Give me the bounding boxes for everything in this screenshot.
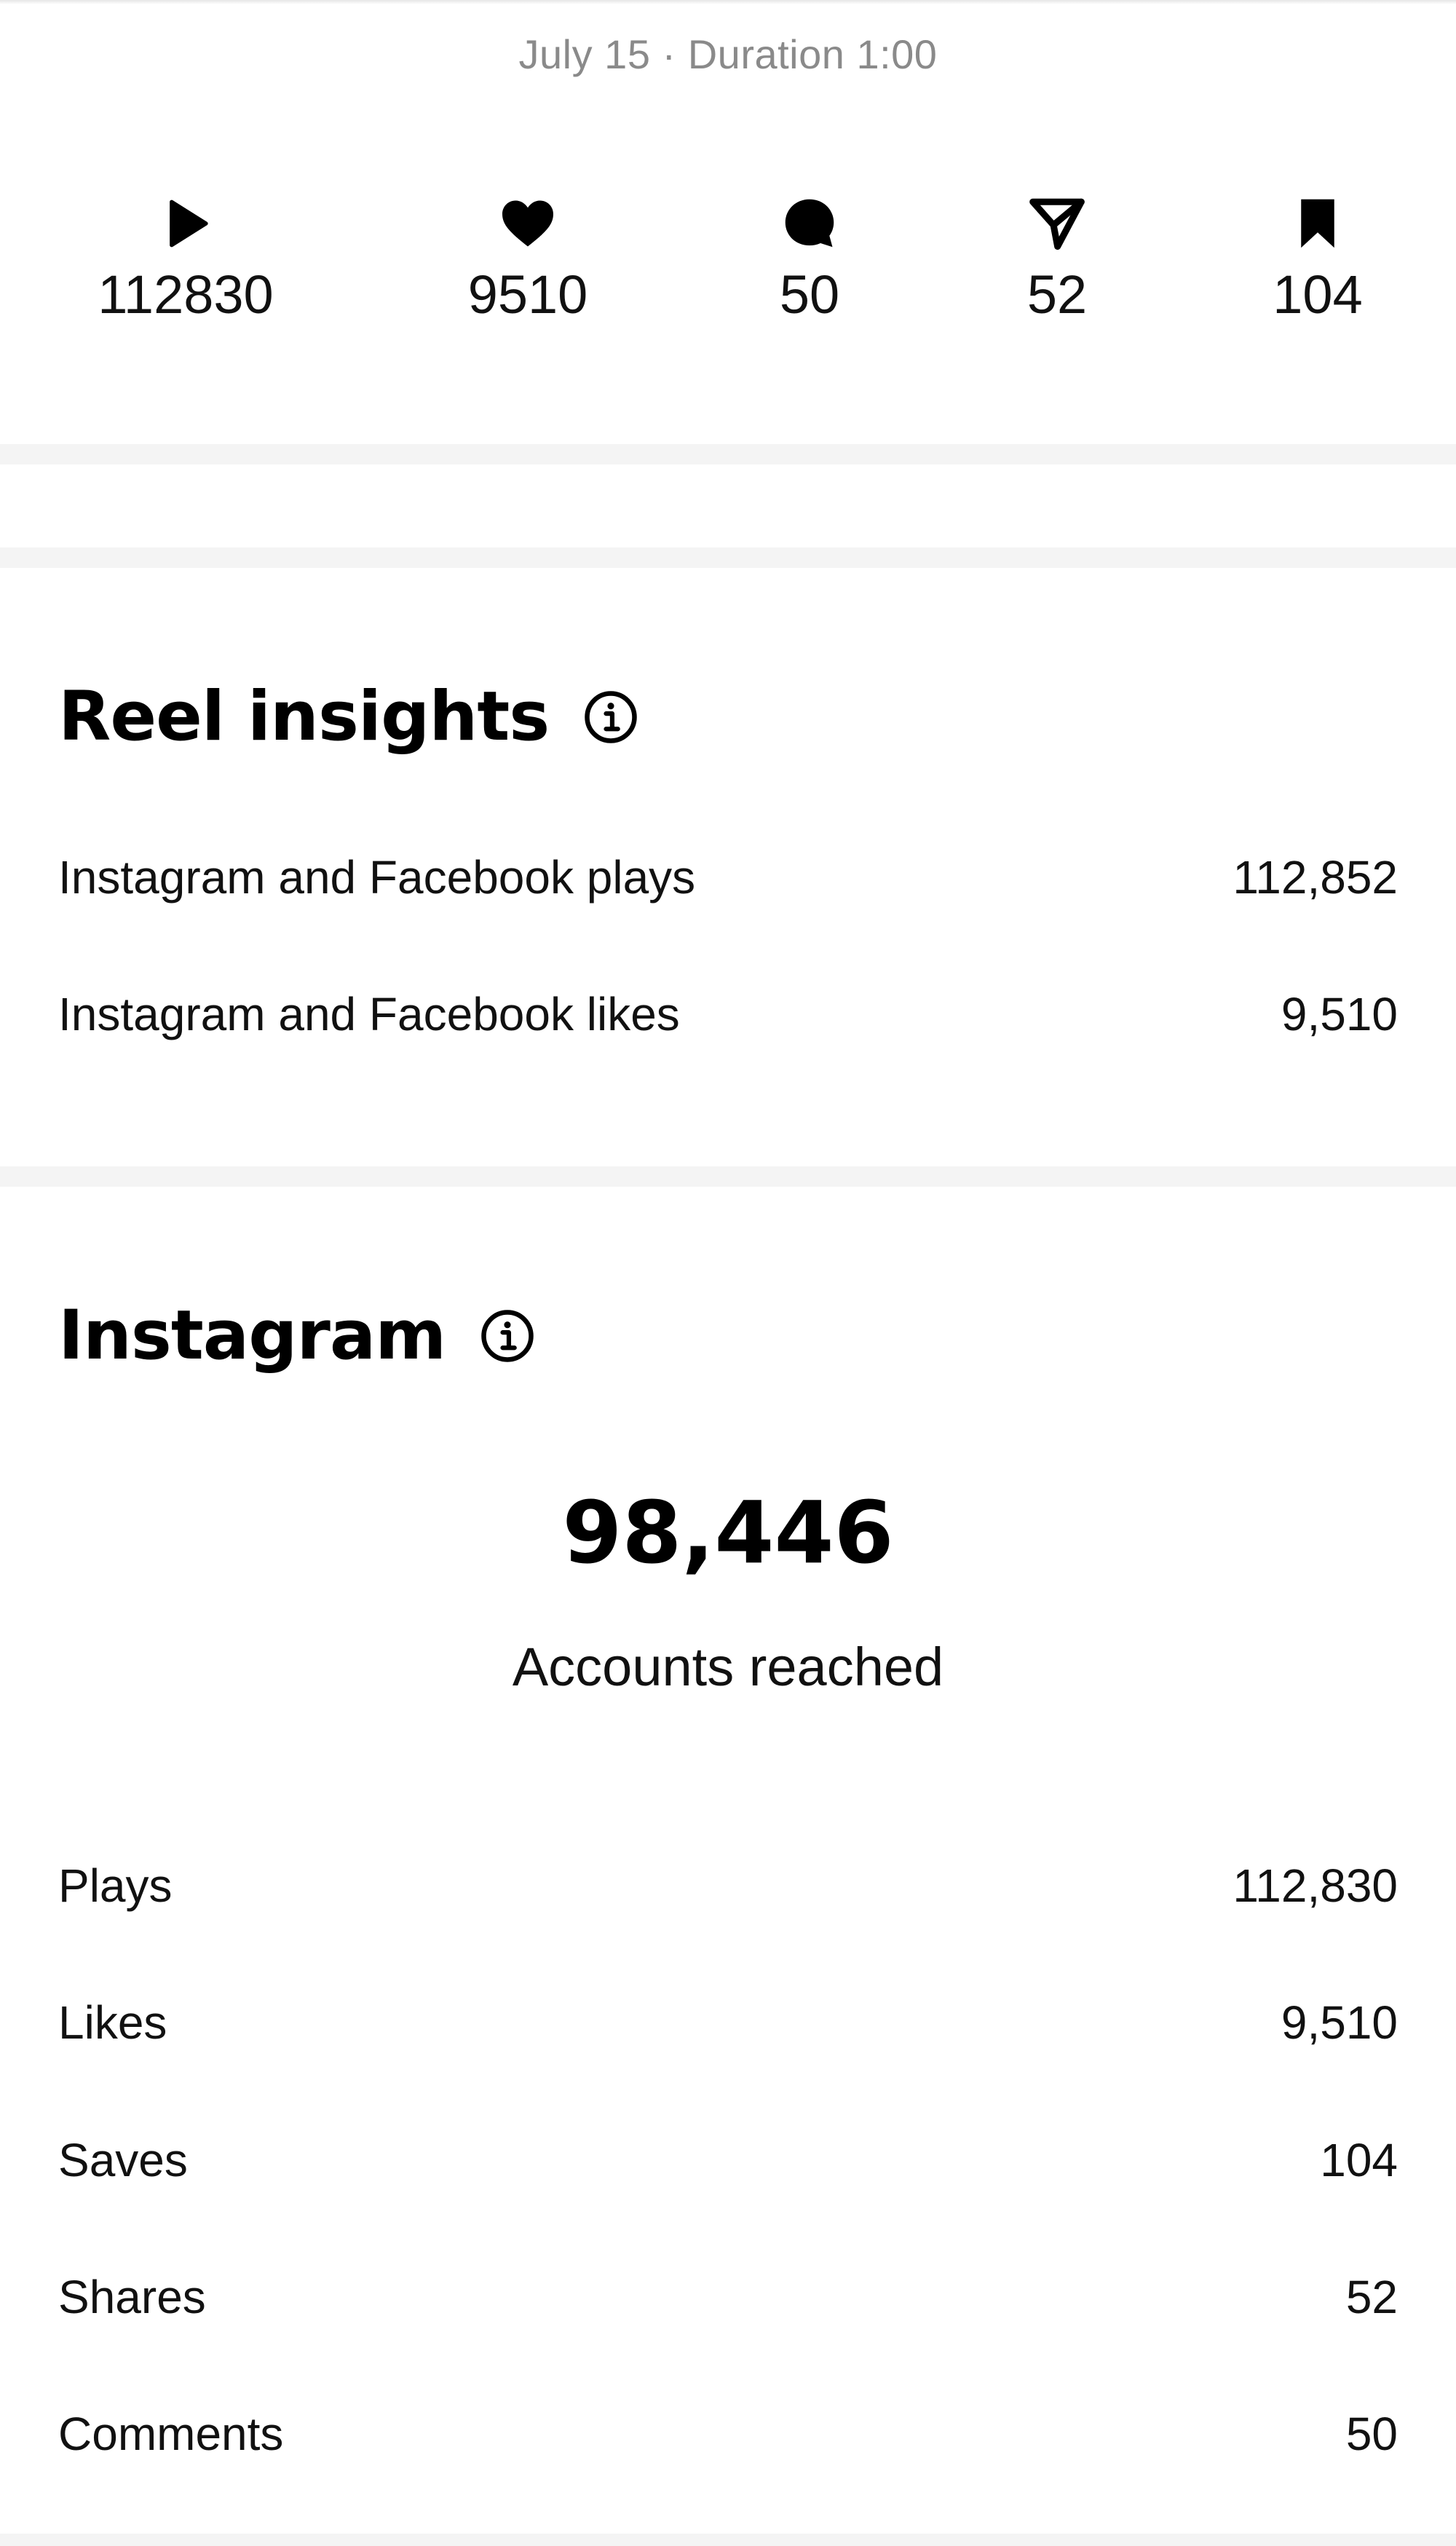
info-icon[interactable] <box>582 689 639 746</box>
play-icon <box>170 199 208 248</box>
list-item: Instagram and Facebook plays 112,852 <box>58 841 1398 914</box>
metric-label: Instagram and Facebook likes <box>58 988 680 1040</box>
metric-value: 112,830 <box>1233 1859 1398 1912</box>
list-item: Instagram and Facebook likes 9,510 <box>58 978 1398 1051</box>
metric-label: Shares <box>58 2271 206 2323</box>
bookmark-icon <box>1301 199 1334 248</box>
section-divider <box>0 2534 1456 2546</box>
list-item: Comments 50 <box>58 2397 1398 2470</box>
list-item: Likes 9,510 <box>58 1986 1398 2059</box>
reel-insights-title: Reel insights <box>58 677 639 757</box>
list-item: Shares 52 <box>58 2261 1398 2333</box>
metric-value: 9,510 <box>1281 988 1398 1040</box>
section-divider <box>0 444 1456 464</box>
metric-value: 50 <box>1345 2408 1398 2460</box>
metric-value: 52 <box>1345 2271 1398 2323</box>
section-divider <box>0 1166 1456 1187</box>
metric-label: Comments <box>58 2408 284 2460</box>
stat-plays-value: 112830 <box>98 264 274 325</box>
metric-label: Likes <box>58 1996 167 2049</box>
stat-saves-value: 104 <box>1273 264 1363 325</box>
stat-saves: 104 <box>1187 193 1449 353</box>
share-icon <box>1029 198 1085 250</box>
reel-stats-row: 112830 9510 50 52 104 <box>0 193 1456 353</box>
metric-label: Plays <box>58 1859 173 1912</box>
stat-comments-value: 50 <box>779 264 840 325</box>
list-item: Saves 104 <box>58 2124 1398 2197</box>
comment-icon <box>785 199 834 248</box>
reel-date-duration: July 15 · Duration 1:00 <box>518 31 938 77</box>
metric-label: Instagram and Facebook plays <box>58 851 696 904</box>
info-icon[interactable] <box>479 1308 536 1364</box>
accounts-reached-label: Accounts reached <box>512 1637 944 1697</box>
stat-shares: 52 <box>926 193 1188 353</box>
metric-value: 104 <box>1320 2134 1398 2186</box>
stat-shares-value: 52 <box>1026 264 1088 325</box>
heart-icon <box>502 200 553 247</box>
stat-plays: 112830 <box>55 193 317 353</box>
accounts-reached-value: 98,446 <box>562 1482 894 1583</box>
section-divider <box>0 547 1456 568</box>
instagram-section-title-text: Instagram <box>58 1296 446 1375</box>
stat-likes: 9510 <box>397 193 659 353</box>
list-item: Plays 112,830 <box>58 1849 1398 1922</box>
metric-value: 112,852 <box>1233 851 1398 904</box>
reel-insights-title-text: Reel insights <box>58 677 550 756</box>
metric-label: Saves <box>58 2134 188 2186</box>
top-edge-divider <box>0 0 1456 4</box>
metric-value: 9,510 <box>1281 1996 1398 2049</box>
instagram-section-title: Instagram <box>58 1296 536 1376</box>
stat-comments: 50 <box>678 193 941 353</box>
stat-likes-value: 9510 <box>467 264 588 325</box>
